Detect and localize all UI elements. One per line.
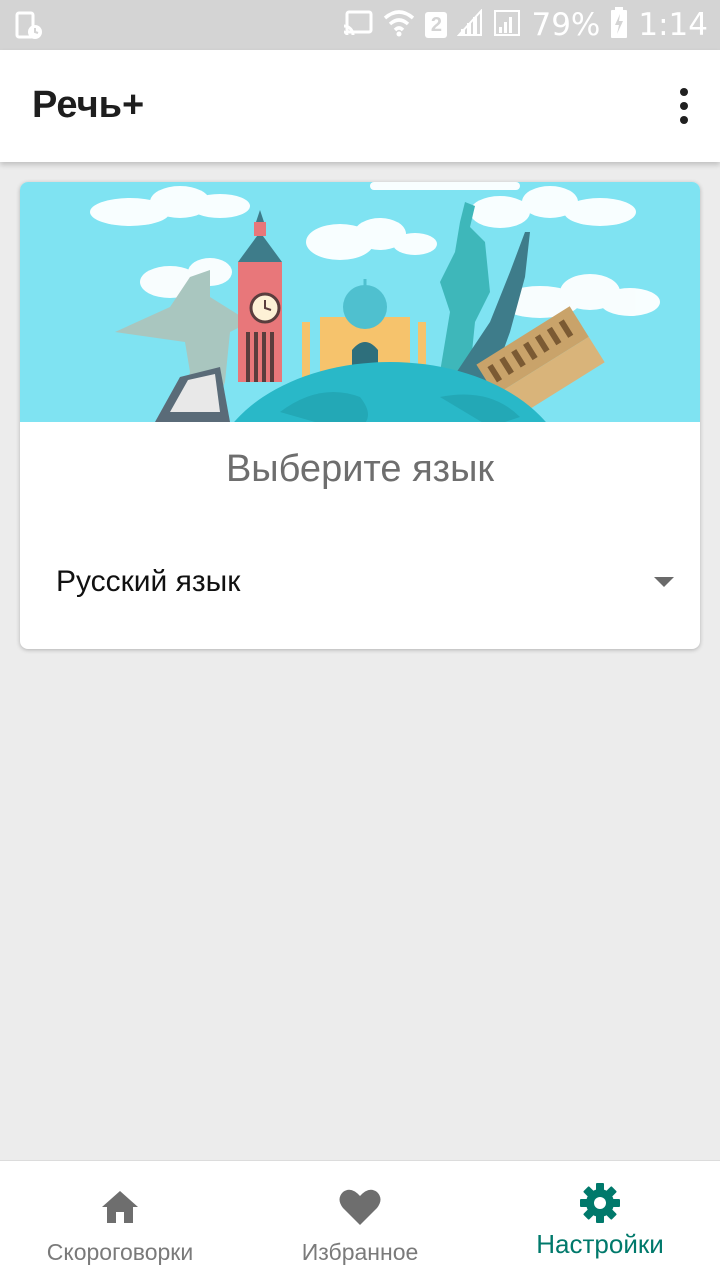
heart-icon bbox=[338, 1185, 382, 1229]
more-vert-icon[interactable] bbox=[676, 88, 692, 124]
signal-icon bbox=[457, 7, 483, 42]
world-landmarks-illustration bbox=[20, 182, 700, 422]
home-icon bbox=[98, 1185, 142, 1229]
clock: 1:14 bbox=[638, 7, 708, 43]
language-dropdown[interactable]: Русский язык bbox=[44, 550, 676, 614]
nav-item-favorites[interactable]: Избранное bbox=[240, 1161, 480, 1280]
nav-item-settings[interactable]: Настройки bbox=[480, 1161, 720, 1280]
nav-label: Настройки bbox=[536, 1229, 664, 1259]
battery-percent: 79% bbox=[531, 7, 601, 43]
cast-icon bbox=[343, 10, 373, 41]
wifi-icon bbox=[383, 9, 415, 42]
nav-item-tongue-twisters[interactable]: Скороговорки bbox=[0, 1161, 240, 1280]
signal-icon bbox=[493, 9, 521, 42]
app-bar: Речь+ bbox=[0, 50, 720, 162]
status-bar: 2 79% 1:14 bbox=[0, 0, 720, 50]
sim-slot-badge: 2 bbox=[425, 12, 448, 38]
battery-charging-icon bbox=[610, 6, 628, 44]
dropdown-arrow-icon bbox=[654, 577, 674, 587]
nav-label: Избранное bbox=[301, 1239, 419, 1265]
language-dropdown-value: Русский язык bbox=[56, 565, 241, 598]
card-heading: Выберите язык bbox=[225, 448, 495, 490]
app-title: Речь+ bbox=[32, 84, 145, 126]
screenshot-icon bbox=[14, 11, 44, 46]
bottom-navigation: Скороговорки Избранное Настройки bbox=[0, 1160, 720, 1280]
language-card: Выберите язык Русский язык bbox=[20, 182, 700, 649]
nav-label: Скороговорки bbox=[46, 1239, 194, 1265]
gear-icon bbox=[578, 1181, 622, 1225]
